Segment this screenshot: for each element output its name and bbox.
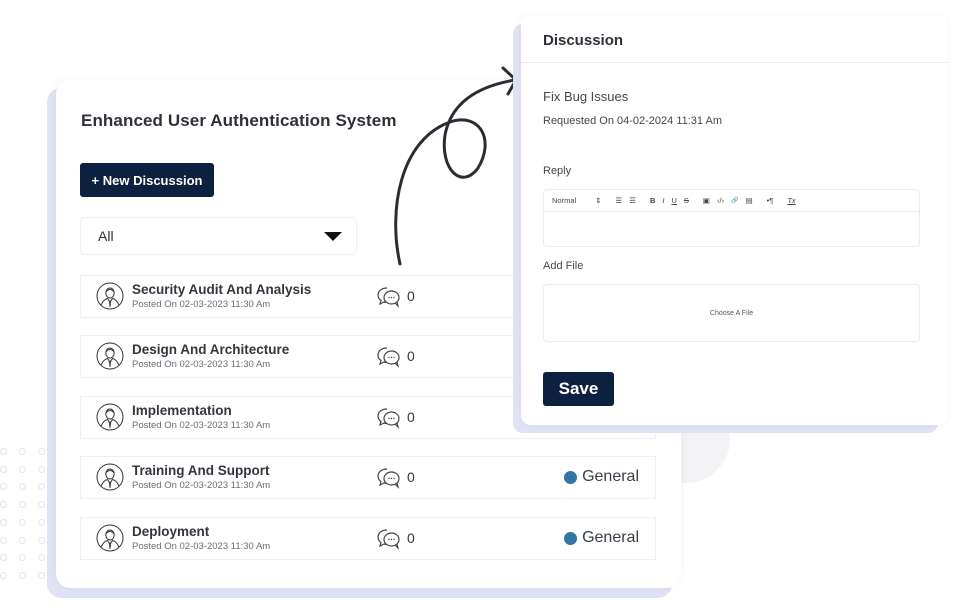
posted-date: Posted On 02-03-2023 11:30 Am [132,541,271,552]
requested-date: Requested On 04-02-2024 11:31 Am [543,115,722,127]
posted-date: Posted On 02-03-2023 11:30 Am [132,359,271,370]
discussion-name: Fix Bug Issues [543,89,629,104]
category-badge: General [564,529,639,547]
discussion-title[interactable]: Implementation [132,403,232,418]
comments-icon[interactable] [377,528,401,550]
decorative-dot [19,483,26,491]
filter-select[interactable]: All [80,217,357,255]
strike-icon[interactable]: S [684,196,689,205]
link-icon[interactable]: 🔗 [731,197,738,204]
decorative-dot [38,501,45,509]
decorative-dot [19,465,26,473]
decorative-dot [38,465,45,473]
decorative-dot-grid [0,448,50,588]
bullet-list-icon[interactable]: ☰ [629,196,636,205]
category-label: General [582,468,639,485]
dialog-title: Discussion [543,32,624,49]
decorative-dot [19,536,26,544]
decorative-dot [19,518,26,526]
curly-arrow-icon [394,66,518,266]
user-avatar-icon [96,524,124,552]
decorative-dot [0,465,7,473]
decorative-dot [19,501,26,509]
discussion-title[interactable]: Training And Support [132,463,270,478]
decorative-dot [0,518,7,526]
decorative-dot [0,448,7,455]
discussion-dialog: Discussion Fix Bug Issues Requested On 0… [521,16,947,425]
comments-icon[interactable] [377,407,401,429]
filter-selected-value: All [98,228,114,244]
ordered-list-icon[interactable]: ☰ [615,196,622,205]
decorative-dot [38,554,45,562]
new-discussion-button[interactable]: + New Discussion [80,163,214,197]
comment-count: 0 [407,530,415,546]
category-dot-icon [564,531,578,545]
decorative-dot [38,536,45,544]
comment-count: 0 [407,348,415,364]
discussion-title[interactable]: Security Audit And Analysis [132,282,311,297]
decorative-dot [0,554,7,562]
comment-count: 0 [407,469,415,485]
discussion-row[interactable]: Deployment Posted On 02-03-2023 11:30 Am 0… [80,517,656,560]
text-direction-icon[interactable]: •¶ [767,196,774,205]
comments-icon[interactable] [377,346,401,368]
decorative-dot [38,571,45,579]
user-avatar-icon [96,342,124,370]
user-avatar-icon [96,282,124,310]
comment-count: 0 [407,409,415,425]
discussion-title[interactable]: Deployment [132,524,209,539]
decorative-dot [0,501,7,509]
save-button[interactable]: Save [543,372,614,406]
reply-input[interactable] [544,212,919,247]
video-icon[interactable]: ▤ [746,196,753,205]
choose-file-text: Choose A File [709,309,754,317]
decorative-dot [0,536,7,544]
format-select[interactable]: Normal [552,196,576,205]
posted-date: Posted On 02-03-2023 11:30 Am [132,420,271,431]
decorative-dot [19,448,26,455]
code-icon[interactable]: ‹/› [717,196,724,205]
comment-count: 0 [407,288,415,304]
posted-date: Posted On 02-03-2023 11:30 Am [132,480,271,491]
add-file-label: Add File [543,260,584,272]
comments-icon[interactable] [377,286,401,308]
decorative-dot [0,571,7,579]
reply-label: Reply [543,165,572,177]
category-badge: General [564,468,639,486]
user-avatar-icon [96,463,124,491]
posted-date: Posted On 02-03-2023 11:30 Am [132,299,271,310]
reply-editor: Normal ⇕ ☰ ☰ B I U S ▣ ‹/› 🔗 ▤ •¶ Tx [543,189,920,247]
decorative-dot [38,483,45,491]
bold-icon[interactable]: B [650,196,655,205]
caret-down-icon [324,232,342,241]
user-avatar-icon [96,403,124,431]
decorative-dot [38,448,45,455]
editor-toolbar: Normal ⇕ ☰ ☰ B I U S ▣ ‹/› 🔗 ▤ •¶ Tx [544,190,919,212]
dialog-header: Discussion [521,16,947,63]
category-dot-icon [564,470,578,484]
decorative-dot [19,571,26,579]
clear-format-icon[interactable]: Tx [787,196,795,205]
image-icon[interactable]: ▣ [703,196,710,205]
italic-icon[interactable]: I [662,196,664,205]
project-title: Enhanced User Authentication System [81,111,397,130]
decorative-dot [19,554,26,562]
decorative-dot [0,483,7,491]
underline-icon[interactable]: U [671,196,676,205]
discussion-title[interactable]: Design And Architecture [132,342,289,357]
category-label: General [582,529,639,546]
discussion-row[interactable]: Training And Support Posted On 02-03-2023… [80,456,656,499]
format-arrow-icon: ⇕ [595,196,602,205]
comments-icon[interactable] [377,467,401,489]
decorative-dot [38,518,45,526]
file-dropzone[interactable]: Choose A File [543,284,920,342]
